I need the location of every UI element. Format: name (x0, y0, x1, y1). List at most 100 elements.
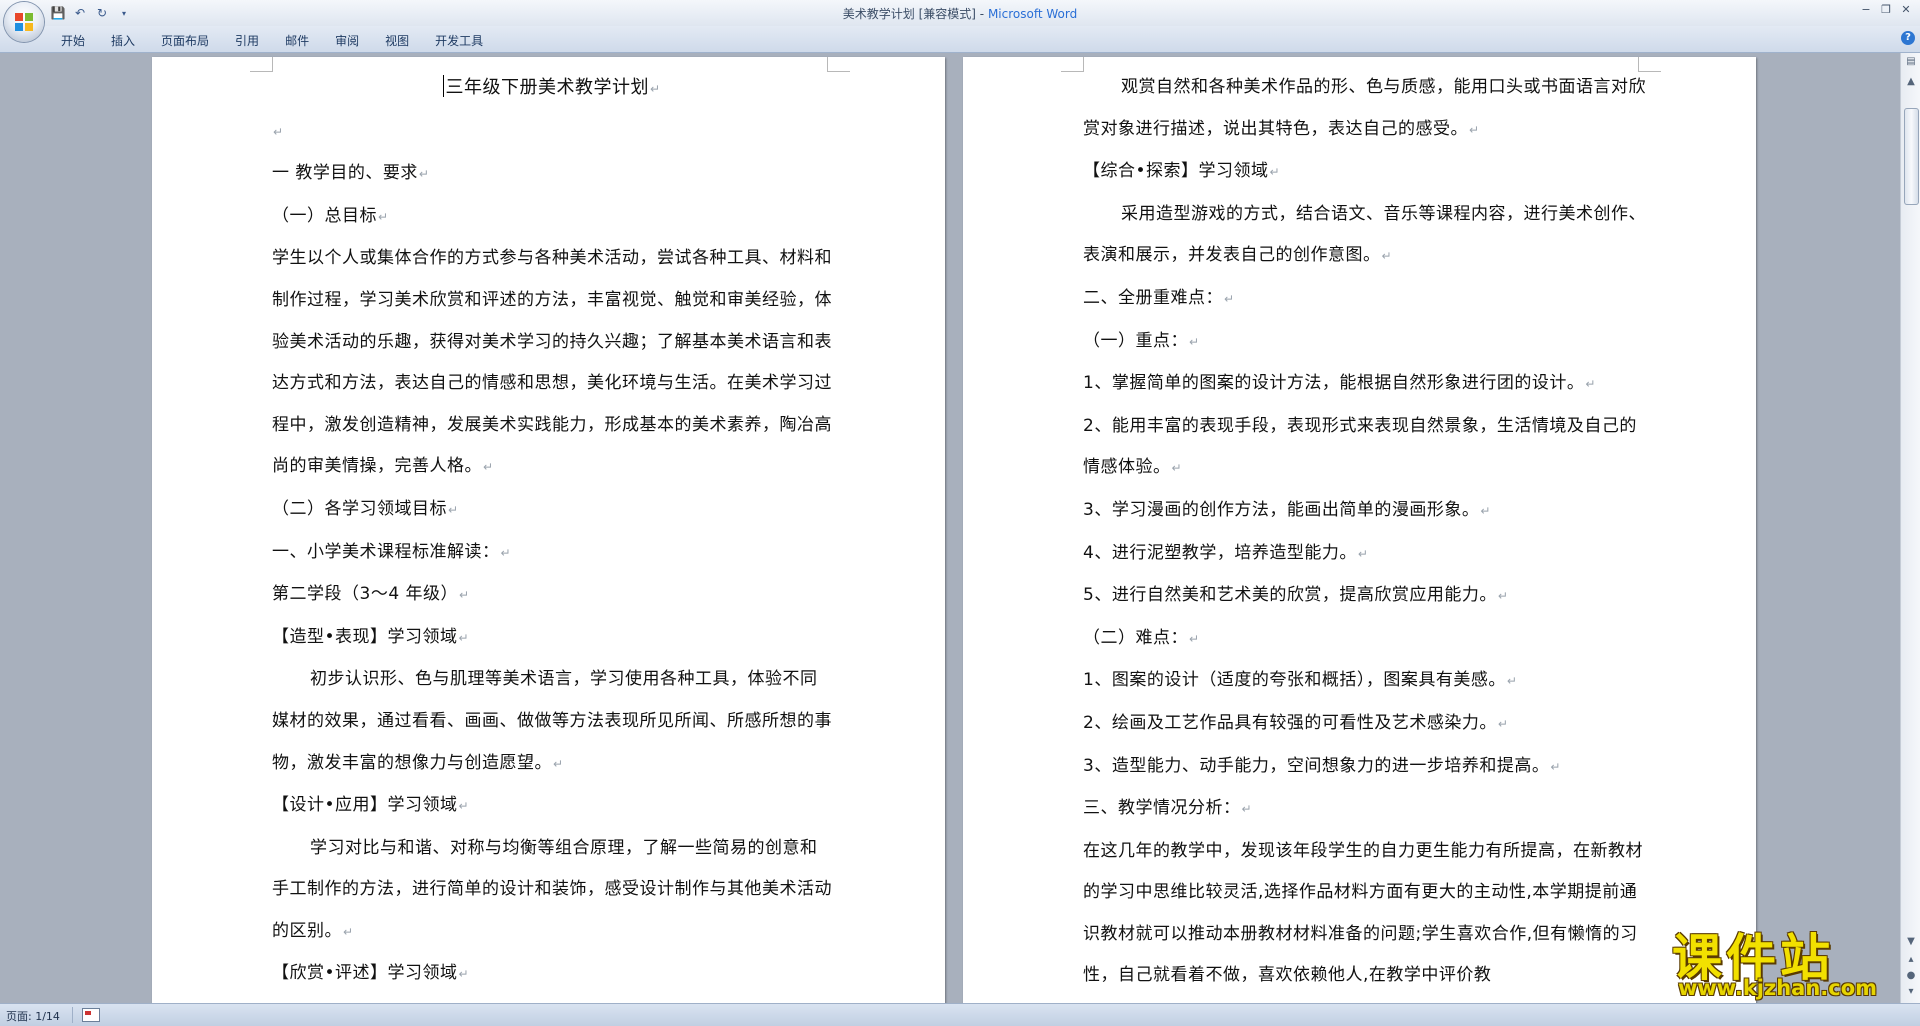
document-workspace[interactable]: 三年级下册美术教学计划↵ ↵ 一 教学目的、要求↵ （一）总目标↵ 学生以个人或集体合作… (0, 53, 1900, 1003)
paragraph[interactable]: 2、绘画及工艺作品具有较强的可看性及艺术感染力。↵ (1083, 703, 1653, 746)
paragraph-mark-icon: ↵ (458, 967, 470, 982)
paragraph[interactable]: 二、全册重难点：↵ (1083, 278, 1653, 321)
paragraph[interactable]: （一）重点：↵ (1083, 321, 1653, 364)
paragraph[interactable]: （二）难点：↵ (1083, 618, 1653, 661)
paragraph-mark-icon: ↵ (1585, 377, 1596, 392)
paragraph[interactable]: 初步认识形、色与肌理等美术语言，学习使用各种工具，体验不同媒材的效果，通过看看、… (272, 659, 832, 785)
crop-mark (250, 57, 273, 72)
paragraph-mark-icon: ↵ (1497, 716, 1509, 731)
app-name: Microsoft Word (987, 7, 1078, 21)
document-page-right[interactable]: 观赏自然和各种美术作品的形、色与质感，能用口头或书面语言对欣赏对象进行描述，说出… (963, 57, 1756, 1003)
paragraph[interactable]: 【设计•应用】学习领域↵ (272, 785, 832, 828)
paragraph-text: 2、能用丰富的表现手段，表现形式来表现自然景象，生活情境及自己的情感体验。 (1083, 415, 1637, 478)
paragraph-mark-icon: ↵ (500, 545, 512, 560)
paragraph-text: 学生以个人或集体合作的方式参与各种美术活动，尝试各种工具、材料和制作过程，学习美… (272, 248, 832, 477)
paragraph-mark-icon: ↵ (1480, 503, 1491, 518)
help-icon[interactable]: ? (1901, 31, 1915, 45)
paragraph-mark-icon: ↵ (343, 924, 354, 939)
paragraph-mark-icon: ↵ (1241, 802, 1253, 817)
paragraph-mark-icon: ↵ (1269, 165, 1281, 180)
paragraph-text: 【设计•应用】学习领域 (272, 795, 458, 816)
title-separator: - (975, 7, 988, 21)
scrollbar-thumb[interactable] (1904, 108, 1919, 205)
paragraph[interactable]: 3、造型能力、动手能力，空间想象力的进一步培养和提高。↵ (1083, 746, 1653, 789)
paragraph[interactable]: 一 教学目的、要求↵ (272, 153, 832, 196)
paragraph-mark-icon: ↵ (1381, 249, 1393, 264)
window-title: 美术教学计划 [兼容模式] - Microsoft Word (0, 5, 1920, 22)
close-button[interactable]: ✕ (1896, 2, 1916, 18)
paragraph-mark-icon: ↵ (1357, 546, 1369, 561)
paragraph[interactable]: 【综合•探索】学习领域↵ (1083, 151, 1653, 194)
crop-mark (1061, 57, 1084, 72)
restore-button[interactable]: ❐ (1876, 2, 1896, 18)
paragraph[interactable]: 在这几年的教学中，发现该年段学生的自力更生能力有所提高，在新教材的学习中思维比较… (1083, 831, 1653, 997)
ribbon-tabs: 开始 插入 页面布局 引用 邮件 审阅 视图 开发工具 (48, 30, 496, 52)
paragraph-text: 【欣赏•评述】学习领域 (272, 963, 458, 984)
paragraph-mark-icon: ↵ (458, 630, 470, 645)
paragraph[interactable]: 【欣赏•评述】学习领域↵ (272, 953, 832, 996)
ribbon: 开始 插入 页面布局 引用 邮件 审阅 视图 开发工具 ? (0, 26, 1920, 53)
paragraph-text: 二、全册重难点： (1083, 287, 1223, 308)
paragraph-mark-icon: ↵ (378, 209, 389, 224)
paragraph[interactable]: 一、小学美术课程标准解读：↵ (272, 532, 832, 575)
title-bar: 💾 ↶ ↻ ▾ 美术教学计划 [兼容模式] - Microsoft Word −… (0, 0, 1920, 26)
paragraph[interactable]: ↵ (272, 111, 832, 154)
paragraph[interactable]: 观赏自然和各种美术作品的形、色与质感，能用口头或书面语言对欣赏对象进行描述，说出… (1083, 67, 1653, 151)
paragraph-mark-icon: ↵ (458, 799, 470, 814)
paragraph-text: 采用造型游戏的方式，结合语文、音乐等课程内容，进行美术创作、表演和展示，并发表自… (1083, 203, 1646, 266)
paragraph[interactable]: 3、学习漫画的创作方法，能画出简单的漫画形象。↵ (1083, 490, 1653, 533)
tab-review[interactable]: 审阅 (322, 30, 372, 52)
paragraph[interactable]: 三、教学情况分析：↵ (1083, 788, 1653, 831)
paragraph[interactable]: 学习对比与和谐、对称与均衡等组合原理，了解一些简易的创意和手工制作的方法，进行简… (272, 828, 832, 954)
paragraph[interactable]: 学生以个人或集体合作的方式参与各种美术活动，尝试各种工具、材料和制作过程，学习美… (272, 238, 832, 489)
document-title-heading[interactable]: 三年级下册美术教学计划↵ (272, 67, 832, 111)
scroll-up-icon[interactable]: ▲ (1904, 75, 1918, 89)
paragraph-text: 在这几年的教学中，发现该年段学生的自力更生能力有所提高，在新教材的学习中思维比较… (1083, 840, 1643, 986)
tab-page-layout[interactable]: 页面布局 (148, 30, 222, 52)
ruler-toggle-icon[interactable]: ▤ (1904, 55, 1918, 69)
paragraph-text: 三、教学情况分析： (1083, 798, 1241, 819)
paragraph[interactable]: 1、掌握简单的图案的设计方法，能根据自然形象进行团的设计。↵ (1083, 363, 1653, 406)
document-page-left[interactable]: 三年级下册美术教学计划↵ ↵ 一 教学目的、要求↵ （一）总目标↵ 学生以个人或集体合作… (152, 57, 945, 1003)
office-button[interactable] (4, 2, 44, 42)
tab-references[interactable]: 引用 (222, 30, 272, 52)
paragraph-text: （二）难点： (1083, 627, 1188, 648)
proofing-status-icon[interactable] (82, 1008, 100, 1022)
watermark-url: www.kjzhan.com (1678, 976, 1878, 1000)
paragraph[interactable]: 第二学段（3～4 年级）↵ (272, 574, 832, 617)
paragraph-text: 一、小学美术课程标准解读： (272, 541, 500, 562)
paragraph-mark-icon: ↵ (1224, 291, 1235, 306)
paragraph[interactable]: 1、图案的设计（适度的夸张和概括），图案具有美感。↵ (1083, 660, 1653, 703)
paragraph[interactable]: （一）总目标↵ (272, 196, 832, 239)
paragraph-text: 1、掌握简单的图案的设计方法，能根据自然形象进行团的设计。 (1083, 373, 1585, 394)
paragraph-text: 学习对比与和谐、对称与均衡等组合原理，了解一些简易的创意和手工制作的方法，进行简… (272, 837, 832, 941)
tab-home[interactable]: 开始 (48, 30, 98, 52)
paragraph-text: 5、进行自然美和艺术美的欣赏，提高欣赏应用能力。 (1083, 585, 1497, 606)
page-text-right[interactable]: 观赏自然和各种美术作品的形、色与质感，能用口头或书面语言对欣赏对象进行描述，说出… (1083, 67, 1653, 997)
paragraph-text: 4、进行泥塑教学，培养造型能力。 (1083, 542, 1357, 563)
paragraph-mark-icon: ↵ (1189, 631, 1200, 646)
status-bar: 页面: 1/14 (0, 1003, 1920, 1026)
paragraph-text: 3、造型能力、动手能力，空间想象力的进一步培养和提高。 (1083, 755, 1550, 776)
status-divider (72, 1007, 73, 1023)
tab-mailings[interactable]: 邮件 (272, 30, 322, 52)
paragraph[interactable]: 2、能用丰富的表现手段，表现形式来表现自然景象，生活情境及自己的情感体验。↵ (1083, 406, 1653, 490)
paragraph-mark-icon: ↵ (1506, 674, 1518, 689)
page-text-left[interactable]: 三年级下册美术教学计划↵ ↵ 一 教学目的、要求↵ （一）总目标↵ 学生以个人或集体合作… (272, 67, 832, 996)
paragraph[interactable]: 5、进行自然美和艺术美的欣赏，提高欣赏应用能力。↵ (1083, 575, 1653, 618)
paragraph[interactable]: 【造型•表现】学习领域↵ (272, 617, 832, 660)
paragraph-mark-icon: ↵ (1550, 759, 1561, 774)
tab-developer[interactable]: 开发工具 (422, 30, 496, 52)
tab-insert[interactable]: 插入 (98, 30, 148, 52)
paragraph-mark-icon: ↵ (459, 588, 470, 603)
paragraph[interactable]: 4、进行泥塑教学，培养造型能力。↵ (1083, 533, 1653, 576)
paragraph[interactable]: 采用造型游戏的方式，结合语文、音乐等课程内容，进行美术创作、表演和展示，并发表自… (1083, 194, 1653, 278)
vertical-scrollbar[interactable]: ▤ ▲ ▼ ▴ ● ▾ (1900, 53, 1920, 1003)
minimize-button[interactable]: − (1856, 2, 1876, 18)
paragraph-mark-icon: ↵ (1497, 589, 1509, 604)
page-count[interactable]: 页面: 1/14 (6, 1008, 60, 1024)
paragraph[interactable]: （二）各学习领域目标↵ (272, 489, 832, 532)
paragraph-mark-icon: ↵ (1171, 461, 1183, 476)
paragraph-text: 初步认识形、色与肌理等美术语言，学习使用各种工具，体验不同媒材的效果，通过看看、… (272, 669, 832, 773)
tab-view[interactable]: 视图 (372, 30, 422, 52)
